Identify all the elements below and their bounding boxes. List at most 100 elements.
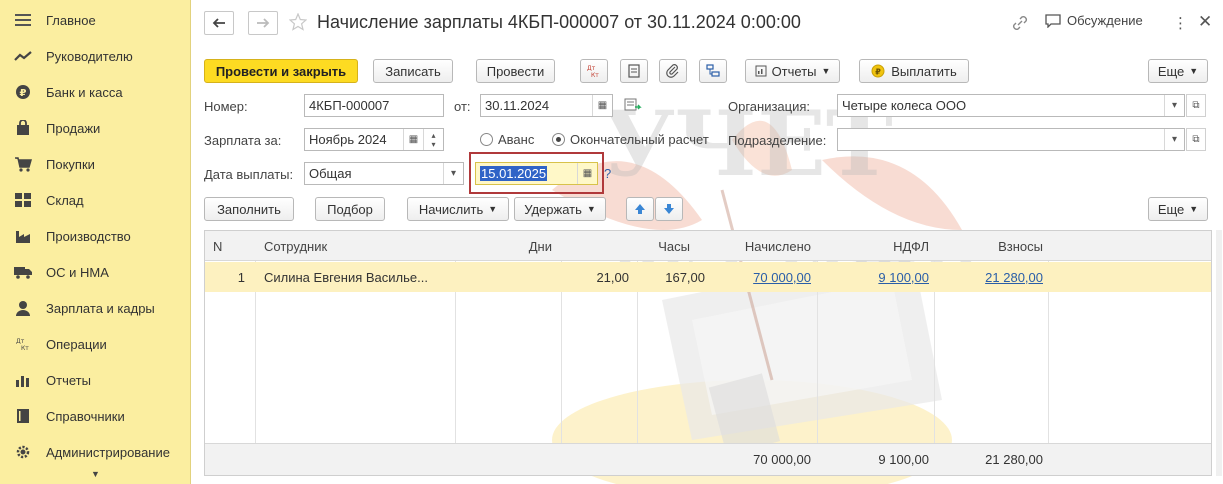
calendar-icon[interactable]: ▦ xyxy=(592,95,612,116)
sidebar-item-operations[interactable]: Дт Кт Операции xyxy=(0,326,191,362)
forward-button[interactable] xyxy=(248,11,278,35)
sidebar-item-production[interactable]: Производство xyxy=(0,218,191,254)
more-button[interactable]: Еще ▼ xyxy=(1148,59,1208,83)
sidebar-item-warehouse[interactable]: Склад xyxy=(0,182,191,218)
advance-radio[interactable]: Аванс xyxy=(480,132,534,147)
period-stepper[interactable]: ▴ ▾ xyxy=(423,129,443,150)
person-icon xyxy=(14,299,32,317)
discussion-button[interactable]: Обсуждение xyxy=(1045,13,1143,28)
fill-button[interactable]: Заполнить xyxy=(204,197,294,221)
reports-label: Отчеты xyxy=(771,63,817,79)
dropdown-icon[interactable]: ▾ xyxy=(1164,129,1184,150)
payment-date-label: Дата выплаты: xyxy=(204,167,294,182)
table-more-button[interactable]: Еще ▼ xyxy=(1148,197,1208,221)
sidebar-item-label: Банк и касса xyxy=(46,84,123,100)
more-label: Еще xyxy=(1157,63,1185,79)
reports-dropdown[interactable]: Отчеты ▼ xyxy=(745,59,840,83)
save-button[interactable]: Записать xyxy=(373,59,453,83)
sidebar-item-admin[interactable]: Администрирование xyxy=(0,434,191,470)
department-field[interactable]: ▾ ⧉ xyxy=(837,128,1206,151)
table-row[interactable]: 1 Силина Евгения Василье... 21,00 167,00… xyxy=(205,262,1211,292)
open-icon[interactable]: ⧉ xyxy=(1186,94,1206,117)
ruble-coin-icon: ₽ xyxy=(871,64,885,78)
sidebar-item-label: Зарплата и кадры xyxy=(46,300,155,316)
calendar-icon[interactable]: ▦ xyxy=(403,129,423,150)
date-field[interactable]: 30.11.2024 ▦ xyxy=(480,94,613,117)
final-settlement-radio[interactable]: Окончательный расчет xyxy=(552,132,709,147)
final-settlement-label: Окончательный расчет xyxy=(570,132,709,147)
svg-text:Дт: Дт xyxy=(16,338,25,345)
sidebar-item-reports[interactable]: Отчеты xyxy=(0,362,191,398)
table-scrollbar[interactable] xyxy=(1216,230,1222,476)
sidebar-item-purchases[interactable]: Покупки xyxy=(0,146,191,182)
column-header-contributions[interactable]: Взносы xyxy=(998,239,1043,254)
withhold-dropdown[interactable]: Удержать ▼ xyxy=(514,197,606,221)
row-hours: 167,00 xyxy=(665,270,705,285)
help-icon[interactable]: ? xyxy=(604,166,611,181)
structure-button[interactable] xyxy=(699,59,727,83)
row-contributions-link[interactable]: 21 280,00 xyxy=(985,270,1043,285)
row-accrued-link[interactable]: 70 000,00 xyxy=(753,270,811,285)
arrow-left-icon xyxy=(212,18,225,28)
more-vert-icon[interactable]: ⋮ xyxy=(1173,14,1188,32)
caret-down-icon: ▼ xyxy=(1189,204,1199,214)
print-button[interactable] xyxy=(620,59,648,83)
organization-field[interactable]: Четыре колеса ООО ▾ ⧉ xyxy=(837,94,1206,117)
move-up-button[interactable] xyxy=(626,197,654,221)
sidebar-item-assets[interactable]: ОС и НМА xyxy=(0,254,191,290)
favorite-star-icon[interactable] xyxy=(288,12,308,34)
svg-text:Кт: Кт xyxy=(591,72,599,79)
payment-date-kind-value: Общая xyxy=(309,166,352,181)
number-field[interactable]: 4КБП-000007 xyxy=(304,94,444,117)
row-ndfl-link[interactable]: 9 100,00 xyxy=(878,270,929,285)
organization-value: Четыре колеса ООО xyxy=(842,98,967,113)
column-header-hours[interactable]: Часы xyxy=(658,239,690,254)
column-header-n[interactable]: N xyxy=(213,239,222,254)
payment-date-kind-field[interactable]: Общая ▾ xyxy=(304,162,464,185)
column-header-employee[interactable]: Сотрудник xyxy=(264,239,327,254)
accrue-dropdown[interactable]: Начислить ▼ xyxy=(407,197,509,221)
post-button[interactable]: Провести xyxy=(476,59,555,83)
sidebar-item-label: Отчеты xyxy=(46,372,91,388)
column-header-accrued[interactable]: Начислено xyxy=(745,239,811,254)
app-window: Главное Руководителю ₽ Банк и касса Прод… xyxy=(0,0,1223,484)
caret-down-icon: ▼ xyxy=(821,66,831,76)
dropdown-icon[interactable]: ▾ xyxy=(1164,95,1184,116)
chat-icon xyxy=(1045,13,1061,28)
sidebar-item-bank[interactable]: ₽ Банк и касса xyxy=(0,74,191,110)
arrow-up-icon xyxy=(635,204,645,214)
number-label: Номер: xyxy=(204,99,248,114)
attach-button[interactable] xyxy=(659,59,687,83)
row-employee: Силина Евгения Василье... xyxy=(264,270,428,285)
dropdown-icon[interactable]: ▾ xyxy=(443,163,463,184)
column-header-ndfl[interactable]: НДФЛ xyxy=(893,239,929,254)
post-and-close-button[interactable]: Провести и закрыть xyxy=(204,59,358,83)
date-value: 30.11.2024 xyxy=(485,98,550,113)
radio-on-icon xyxy=(552,133,565,146)
date-label: от: xyxy=(454,99,471,114)
close-icon[interactable]: ✕ xyxy=(1198,12,1212,32)
period-field[interactable]: Ноябрь 2024 ▦ ▴ ▾ xyxy=(304,128,444,151)
column-header-days[interactable]: Дни xyxy=(529,239,552,254)
sidebar-item-label: ОС и НМА xyxy=(46,264,109,280)
sidebar-item-label: Покупки xyxy=(46,156,95,172)
open-icon[interactable]: ⧉ xyxy=(1186,128,1206,151)
select-button[interactable]: Подбор xyxy=(315,197,385,221)
sidebar-item-salary[interactable]: Зарплата и кадры xyxy=(0,290,191,326)
pay-button[interactable]: ₽ Выплатить xyxy=(859,59,969,83)
accounting-entries-icon[interactable] xyxy=(624,97,642,116)
highlight-frame xyxy=(469,152,604,194)
row-number: 1 xyxy=(237,270,245,285)
dt-kt-button[interactable]: Дт Кт xyxy=(580,59,608,83)
svg-text:₽: ₽ xyxy=(875,68,881,77)
accruals-table: N Сотрудник Дни Часы Начислено НДФЛ Взно… xyxy=(204,230,1212,476)
sidebar-item-main[interactable]: Главное xyxy=(0,2,191,38)
sidebar-item-manager[interactable]: Руководителю xyxy=(0,38,191,74)
sidebar-item-directories[interactable]: Справочники xyxy=(0,398,191,434)
more-label: Еще xyxy=(1157,201,1185,217)
link-icon[interactable] xyxy=(1011,14,1029,35)
back-button[interactable] xyxy=(204,11,234,35)
move-down-button[interactable] xyxy=(655,197,683,221)
sidebar-item-sales[interactable]: Продажи xyxy=(0,110,191,146)
sidebar-scroll-down[interactable]: ▼ xyxy=(0,466,191,482)
